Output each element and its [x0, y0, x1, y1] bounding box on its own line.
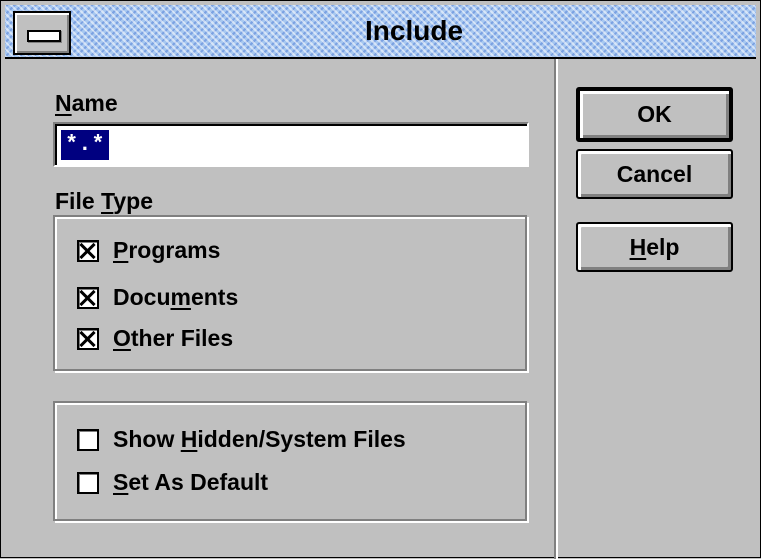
- documents-label: Documents: [113, 284, 239, 310]
- programs-checkbox-row[interactable]: Programs: [77, 237, 220, 264]
- show-hidden-checkbox-row[interactable]: Show Hidden/System Files: [77, 426, 406, 453]
- other-files-label: Other Files: [113, 325, 234, 351]
- set-default-checkbox[interactable]: [77, 471, 99, 494]
- name-input[interactable]: *.*: [53, 122, 529, 167]
- name-label: Name: [55, 90, 118, 117]
- dialog-title: Include: [365, 15, 464, 46]
- name-label-accel: N: [55, 90, 72, 116]
- file-type-label-accel: T: [101, 188, 114, 214]
- divider: [554, 59, 558, 559]
- system-menu-icon: [27, 30, 61, 42]
- documents-checkbox[interactable]: [77, 286, 99, 309]
- show-hidden-label: Show Hidden/System Files: [113, 426, 406, 452]
- show-hidden-checkbox[interactable]: [77, 428, 99, 451]
- programs-label: Programs: [113, 237, 221, 263]
- help-button-rest: elp: [646, 233, 680, 260]
- other-files-checkbox-row[interactable]: Other Files: [77, 325, 233, 352]
- file-type-label-pre: File: [55, 188, 102, 214]
- system-menu-button[interactable]: [13, 11, 71, 55]
- title-bar[interactable]: Include: [5, 5, 756, 59]
- cancel-button[interactable]: Cancel: [576, 149, 733, 199]
- name-label-rest: ame: [71, 90, 118, 116]
- file-type-label-post: ype: [113, 188, 153, 214]
- programs-checkbox[interactable]: [77, 239, 99, 262]
- help-button-accel: H: [629, 233, 647, 260]
- ok-button[interactable]: OK: [576, 87, 733, 142]
- documents-checkbox-row[interactable]: Documents: [77, 284, 238, 311]
- file-type-label: File Type: [55, 188, 153, 215]
- extra-options-group: [53, 401, 527, 521]
- name-input-value: *.*: [61, 130, 109, 160]
- set-default-checkbox-row[interactable]: Set As Default: [77, 469, 268, 496]
- include-dialog: Include Name *.* File Type Programs Docu…: [0, 0, 761, 559]
- set-default-label: Set As Default: [113, 469, 269, 495]
- help-button[interactable]: Help: [576, 222, 733, 272]
- other-files-checkbox[interactable]: [77, 327, 99, 350]
